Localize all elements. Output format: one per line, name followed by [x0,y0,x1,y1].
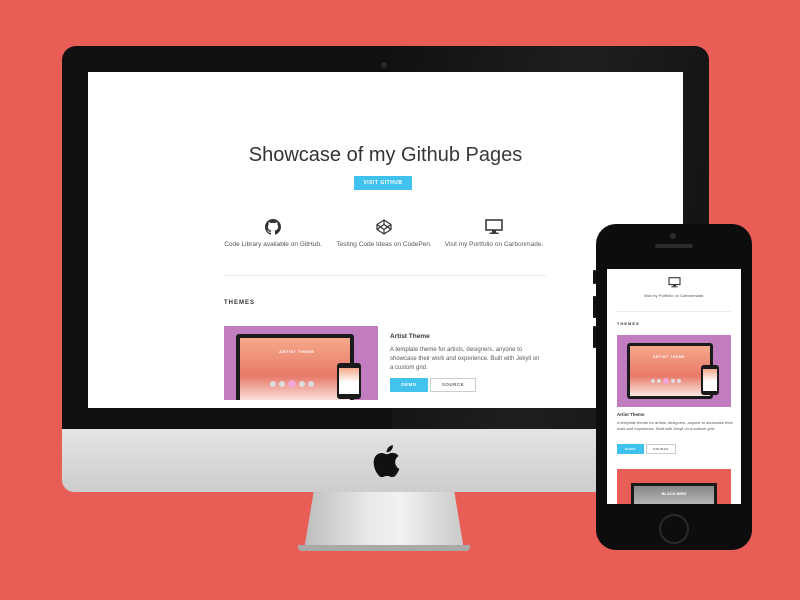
camera-icon [381,62,387,68]
mobile-thumb-title-text: ARTIST THEME [653,355,685,359]
feature-github[interactable]: Code Library available on GitHub. [213,219,333,248]
github-icon [265,219,281,235]
black-bird-frame: BLACK BIRD [631,483,717,504]
thumb-avatars [270,380,314,388]
mobile-black-bird-thumbnail[interactable]: BLACK BIRD [617,469,731,504]
artist-theme-thumbnail[interactable]: ARTIST THEME [224,326,378,400]
feature-codepen-text: Testing Code Ideas on CodePen. [336,241,432,248]
thumb-phone-screen [339,368,359,394]
thumb-desktop-screen [240,338,350,400]
section-divider [224,275,546,276]
feature-github-text: Code Library available on GitHub. [224,241,322,248]
desktop-site-screen: Showcase of my Github Pages VISIT GITHUB… [88,72,683,408]
thumb-phone-frame [337,363,361,399]
theme-title: Artist Theme [390,333,430,340]
mobile-source-button[interactable]: SOURCE [646,444,676,454]
mobile-feature-text: Visit my Portfolio on Carbonmade. [643,293,705,298]
feature-portfolio-text: Visit my Portfolio on Carbonmade. [444,241,544,248]
codepen-icon [376,219,392,235]
black-bird-screen: BLACK BIRD [634,486,714,504]
phone-speaker [655,244,693,248]
iphone-mockup: Visit my Portfolio on Carbonmade. THEMES… [596,224,752,550]
monitor-icon [485,219,503,234]
mobile-thumb-avatars [651,378,681,384]
theme-description: A template theme for artists, designers,… [390,347,540,371]
mobile-demo-button[interactable]: DEMO [617,444,644,454]
page-title: Showcase of my Github Pages [248,144,523,166]
mobile-artist-theme-thumbnail[interactable]: ARTIST THEME [617,335,731,407]
mobile-theme-description: A template theme for artists, designers,… [617,420,733,431]
feature-codepen[interactable]: Testing Code Ideas on CodePen. [324,219,444,248]
mobile-feature-portfolio[interactable]: Visit my Portfolio on Carbonmade. [607,277,741,298]
mobile-thumb-desktop-screen [630,346,710,396]
feature-portfolio[interactable]: Visit my Portfolio on Carbonmade. [434,219,554,248]
monitor-icon [667,277,681,288]
thumb-title-text: ARTIST THEME [279,349,315,354]
mobile-thumb-phone-screen [703,369,717,391]
imac-stand [304,492,464,550]
phone-home-button [659,514,689,544]
mobile-site-screen: Visit my Portfolio on Carbonmade. THEMES… [607,269,741,504]
imac-stand-foot [298,545,470,551]
apple-logo-icon [373,445,400,477]
mobile-themes-heading: THEMES [617,321,640,326]
black-bird-title: BLACK BIRD [661,491,687,496]
demo-button[interactable]: DEMO [390,378,428,392]
mobile-divider [617,311,731,312]
visit-github-button[interactable]: VISIT GITHUB [354,176,412,190]
themes-heading: THEMES [224,300,256,306]
phone-camera-icon [670,233,676,239]
mobile-theme-title: Artist Theme [617,412,645,417]
mobile-thumb-phone-frame [701,365,719,395]
source-button[interactable]: SOURCE [430,378,476,392]
